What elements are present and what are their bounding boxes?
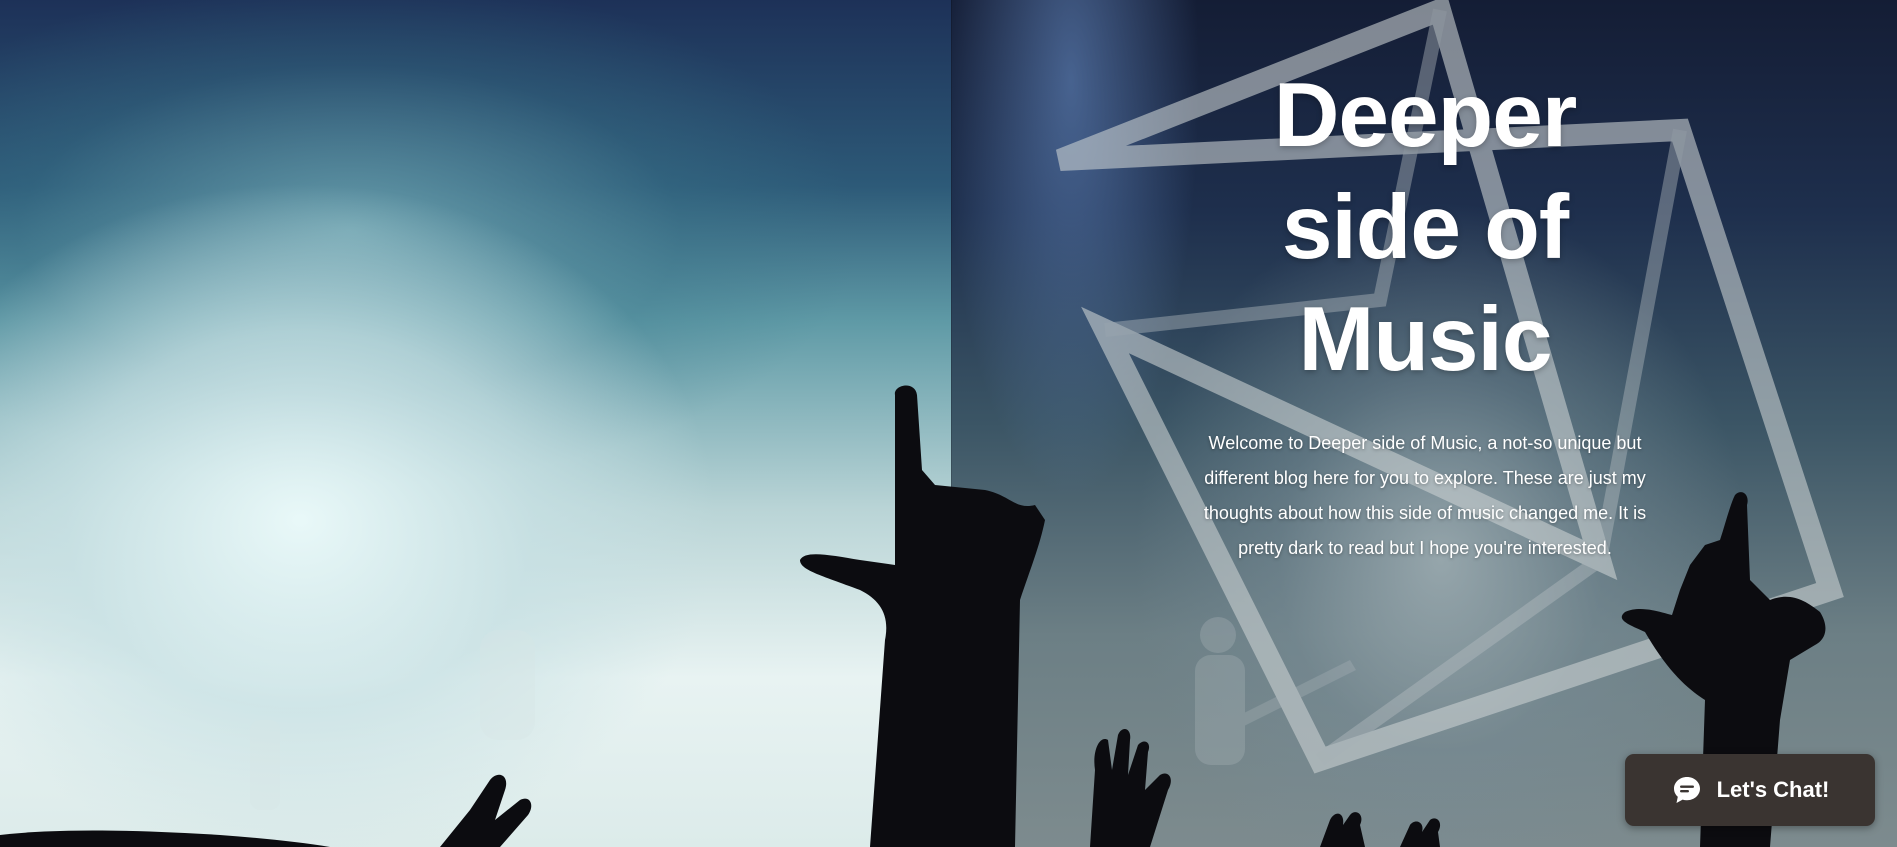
page-title: Deeper side of Music xyxy=(1180,60,1670,396)
title-line: side of xyxy=(1281,177,1569,278)
chat-button-label: Let's Chat! xyxy=(1716,777,1830,802)
lets-chat-button[interactable]: Let's Chat! xyxy=(1625,754,1875,826)
hero-text-block: Deeper side of Music Welcome to Deeper s… xyxy=(1180,60,1670,566)
hero-section: Deeper side of Music Welcome to Deeper s… xyxy=(0,0,1897,847)
chat-bubble-icon xyxy=(1671,774,1703,806)
intro-paragraph: Welcome to Deeper side of Music, a not-s… xyxy=(1203,433,1647,558)
title-line: Music xyxy=(1298,289,1553,390)
title-line: Deeper xyxy=(1273,65,1578,166)
